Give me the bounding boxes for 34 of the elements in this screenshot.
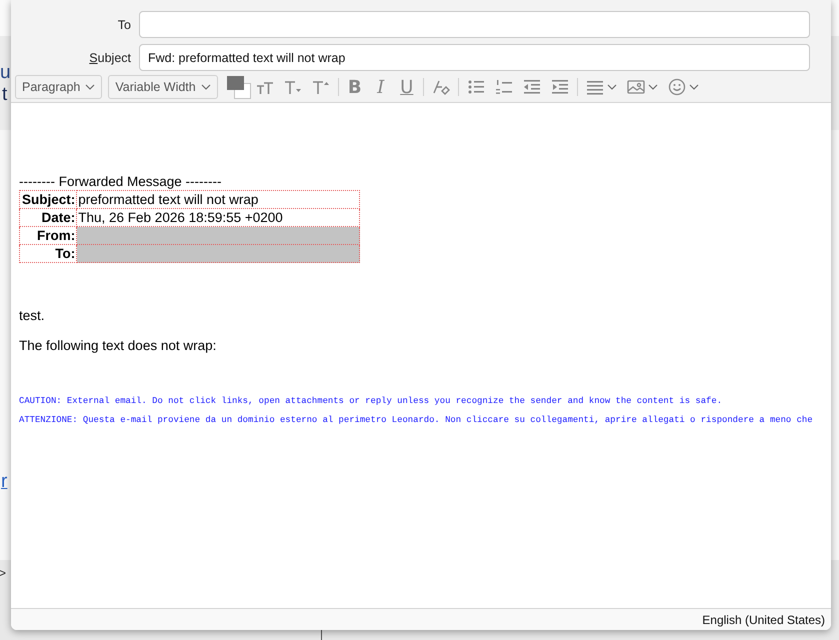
outdent-icon <box>522 79 541 95</box>
indent-icon <box>550 79 569 95</box>
align-icon <box>586 79 604 95</box>
body-text: The following text does not wrap: <box>19 338 218 354</box>
background-text: t <box>2 84 8 106</box>
preformatted-text: ATTENZIONE: Questa e-mail proviene da un dominio esterno al perimetro Leonardo. Non cliccare su collegamenti, aprire allegati o rispondere a meno che <box>19 415 814 425</box>
preformatted-text: CAUTION: External email. Do not click links, open attachments or reply unless you recognize the sender and know the content is safe. <box>19 396 724 406</box>
header-label: Date: <box>20 208 77 226</box>
header-label: Subject: <box>20 190 77 208</box>
body-text: test. <box>19 308 46 324</box>
chevron-icon <box>688 84 699 90</box>
to-field[interactable] <box>139 11 810 38</box>
bulleted-list-icon <box>466 79 485 95</box>
field-label: Subject <box>88 50 132 64</box>
format-dropdown[interactable]: Paragraph <box>15 75 102 99</box>
chevron-icon <box>648 84 658 90</box>
font-smaller-icon <box>284 79 302 95</box>
field-label: To <box>116 18 132 32</box>
forwarded-header: -------- Forwarded Message -------- <box>19 173 222 190</box>
header-value: preformatted text will not wrap <box>76 190 360 208</box>
background-text: u <box>0 62 11 84</box>
smiley-icon <box>668 78 686 96</box>
subject-field[interactable]: Fwd: preformatted text will not wrap <box>139 44 810 71</box>
chevron-icon <box>85 84 96 90</box>
eraser-icon <box>432 79 450 95</box>
image-icon <box>626 79 645 95</box>
chevron-icon <box>200 84 211 90</box>
format-dropdown[interactable]: Variable Width <box>108 75 218 99</box>
language-indicator[interactable]: English (United States) <box>702 612 825 626</box>
chevron-icon <box>606 84 617 90</box>
font-smaller-icon <box>256 79 274 95</box>
background-text: r <box>1 471 8 493</box>
font-larger-icon <box>312 79 330 95</box>
numbered-list-icon <box>494 79 513 95</box>
